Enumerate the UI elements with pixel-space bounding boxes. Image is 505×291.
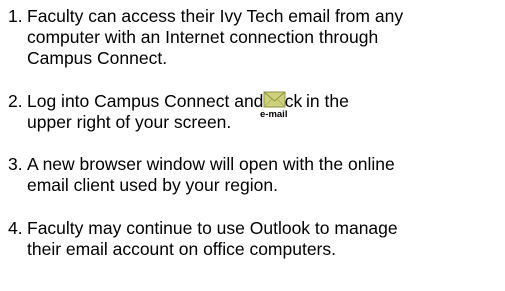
step-2-line-1-end: in the	[306, 91, 349, 111]
step-1-line-2: computer with an Internet connection thr…	[27, 27, 379, 47]
step-3-line-1: A new browser window will open with the …	[27, 154, 395, 174]
step-1-line-3: Campus Connect.	[27, 48, 168, 68]
step-4-number: 4.	[8, 218, 23, 238]
step-1-line-1: Faculty can access their Ivy Tech email …	[27, 6, 404, 26]
step-3-number: 3.	[8, 154, 23, 174]
step-2-line-2: upper right of your screen.	[27, 112, 232, 132]
step-3-line-2: email client used by your region.	[27, 175, 278, 195]
step-2-number: 2.	[8, 91, 23, 111]
step-4-line-2: their email account on office computers.	[27, 239, 337, 259]
step-4-line-1: Faculty may continue to use Outlook to m…	[27, 218, 398, 238]
email-icon-caption: e-mail	[260, 109, 288, 120]
step-1-number: 1.	[8, 6, 23, 26]
envelope-icon[interactable]	[263, 91, 286, 108]
